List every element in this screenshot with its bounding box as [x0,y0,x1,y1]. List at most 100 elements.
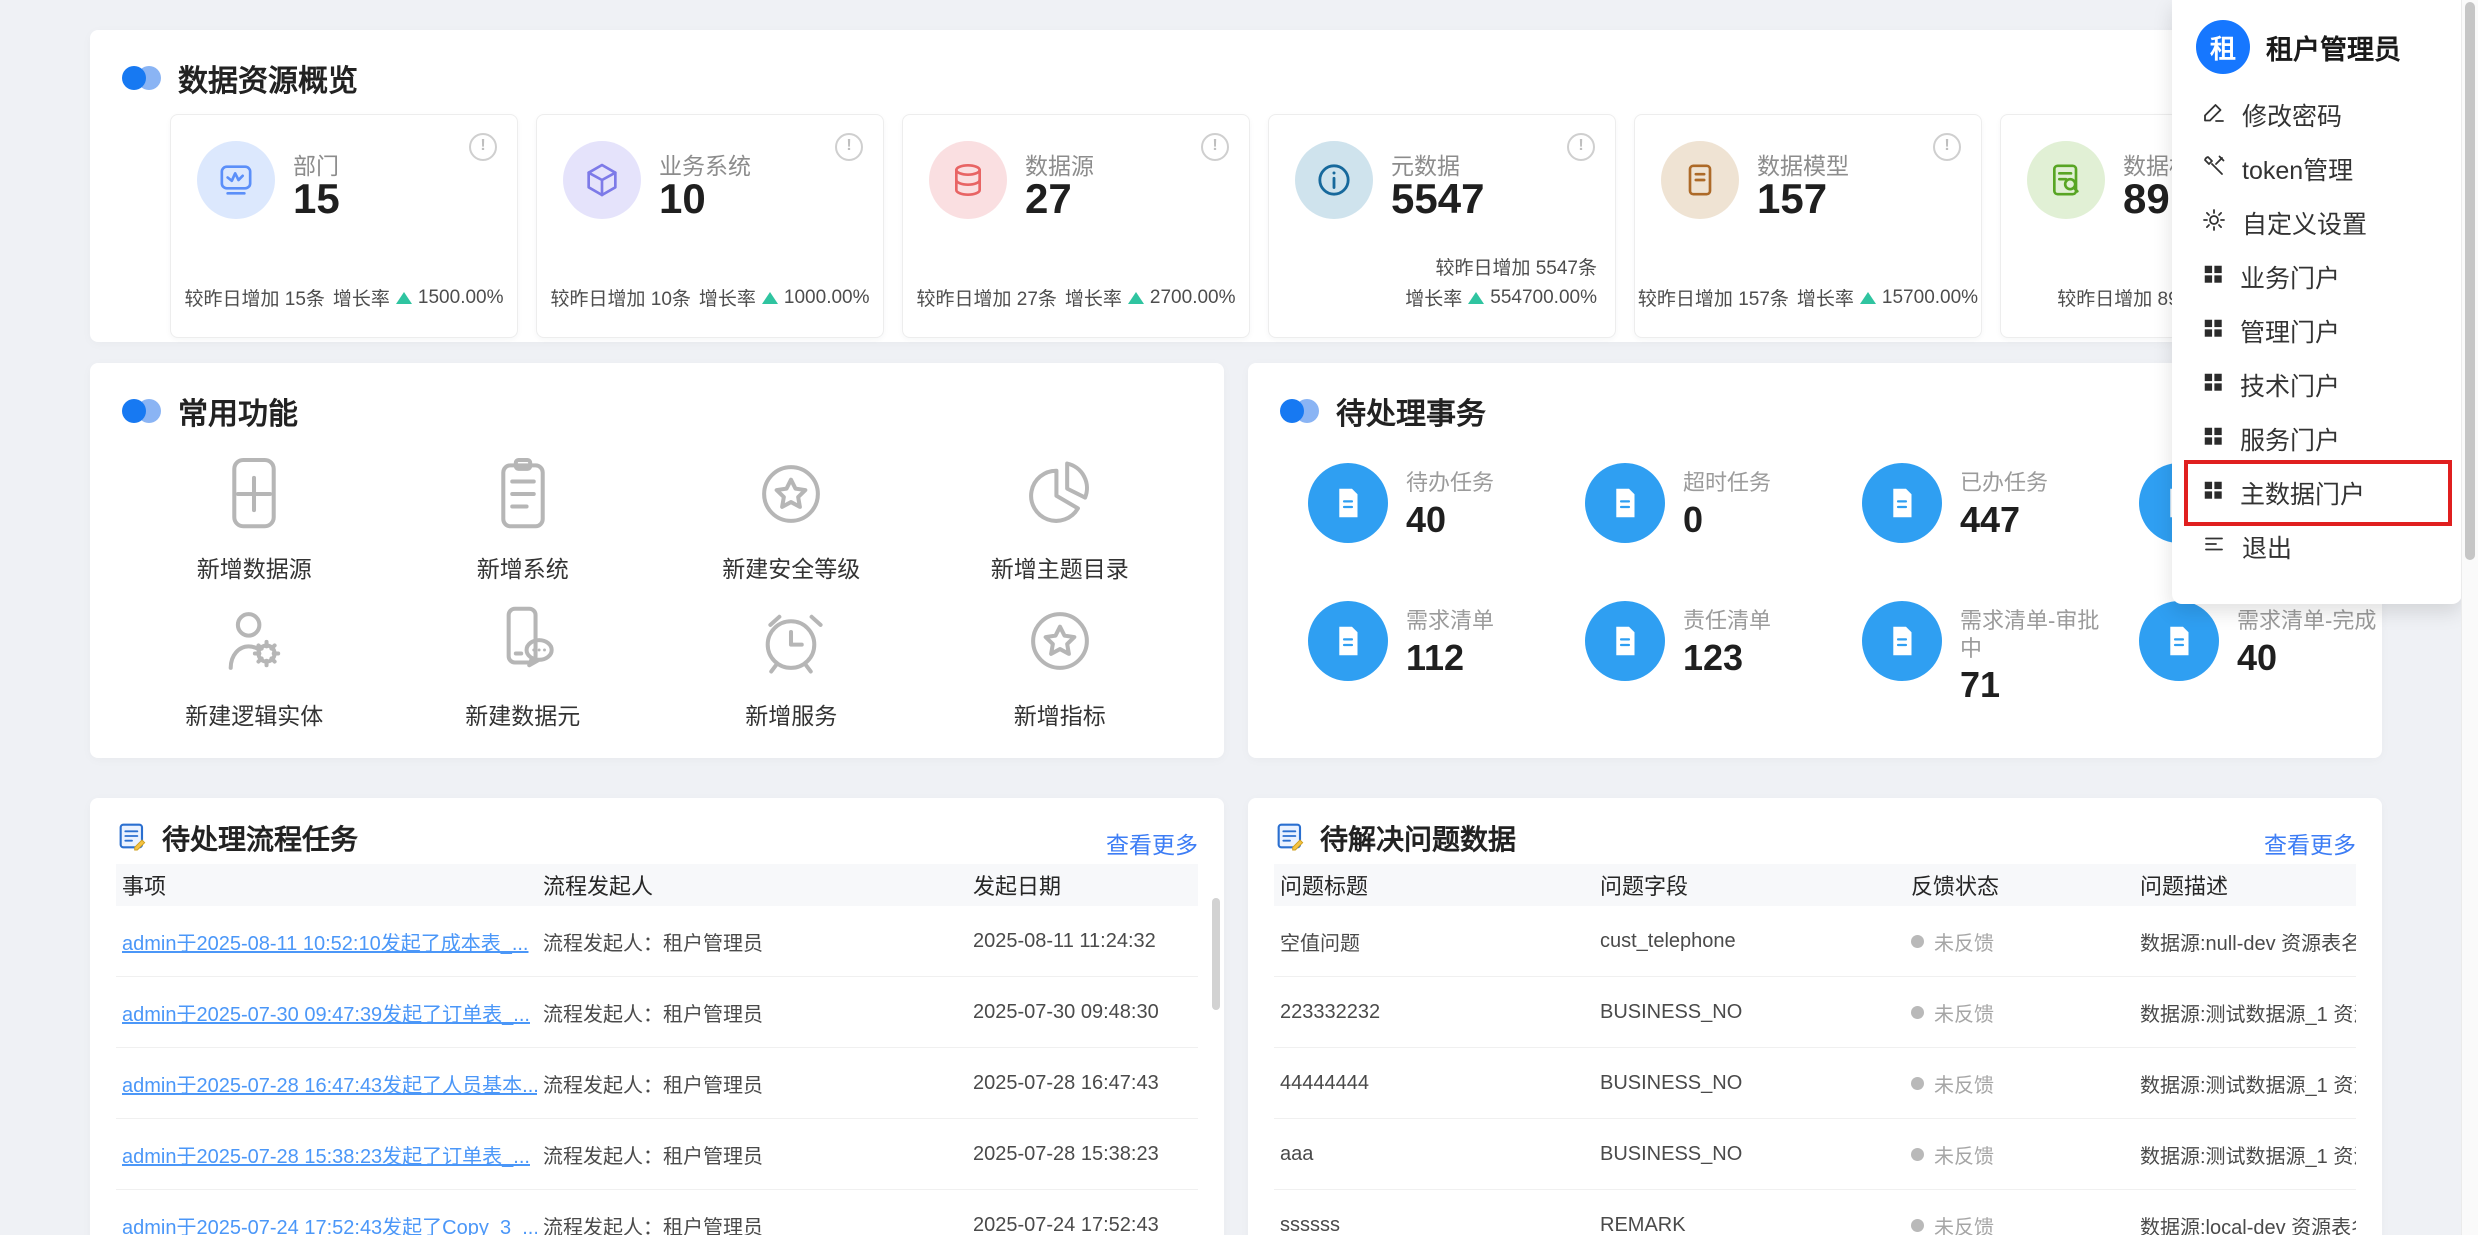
document-badge-icon [1308,601,1388,681]
table-header-row: 问题标题问题字段反馈状态问题描述 [1274,864,2356,906]
up-triangle-icon [396,292,412,304]
logout-icon [2202,532,2226,563]
process-more-link[interactable]: 查看更多 [1106,826,1198,860]
info-tooltip-icon[interactable]: ! [1933,133,1961,161]
menu-item-service-portal[interactable]: 服务门户 [2172,412,2462,466]
menu-item-custom-settings[interactable]: 自定义设置 [2172,196,2462,250]
stat-card-data-model: 数据模型 157 ! 较昨日增加 157条 增长率15700.00% [1634,114,1982,338]
scrollbar-thumb[interactable] [2465,2,2475,560]
grid-icon [2202,425,2224,454]
growth-line: 较昨日增加 27条 增长率2700.00% [907,284,1245,311]
problem-data-section: 待解决问题数据 查看更多 问题标题问题字段反馈状态问题描述 空值问题 cust_… [1248,798,2382,1235]
document-badge-icon [2139,601,2219,681]
add-square-icon [211,451,297,542]
page-scrollbar[interactable] [2461,0,2478,1235]
up-triangle-icon [1860,292,1876,304]
info-tooltip-icon[interactable]: ! [1567,133,1595,161]
process-item-link[interactable]: admin于2025-07-28 16:47:43发起了人员基本... [122,1075,537,1097]
process-item-link[interactable]: admin于2025-08-11 10:52:10发起了成本表_... [122,933,529,955]
table-row: 223332232 BUSINESS_NO 未反馈 数据源:测试数据源_1 资源… [1274,977,2356,1048]
menu-item-master-data-portal[interactable]: 主数据门户 [2172,466,2462,520]
stat-value: 5547 [1391,175,1484,223]
tools-icon [2202,154,2226,185]
todo-item-done-tasks[interactable]: 已办任务447 [1862,463,2130,543]
table-row: admin于2025-07-28 16:47:43发起了人员基本... 流程发起… [116,1048,1198,1119]
process-tasks-section: 待处理流程任务 查看更多 事项流程发起人发起日期 admin于2025-08-1… [90,798,1224,1235]
problems-header: 待解决问题数据 [1274,818,1516,858]
stat-card-department: 部门 15 ! 较昨日增加 15条 增长率1500.00% [170,114,518,338]
grid-icon [2202,479,2224,508]
quick-action-add-indicator[interactable]: 新增指标 [926,598,1195,731]
quick-action-add-service[interactable]: 新增服务 [657,598,926,731]
grid-icon [2202,263,2224,292]
document-badge-icon [1585,601,1665,681]
status-dot-icon [1911,935,1924,948]
quick-action-new-data-element[interactable]: 新建数据元 [389,598,658,731]
alarm-clock-icon [748,598,834,689]
avatar: 租 [2196,20,2250,74]
todo-item-demand-list-done[interactable]: 需求清单-完成40 [2139,601,2407,681]
quick-action-new-security-level[interactable]: 新建安全等级 [657,451,926,584]
star-circle-icon [748,451,834,542]
menu-item-change-password[interactable]: 修改密码 [2172,88,2462,142]
edit-icon [2202,100,2226,131]
menu-item-business-portal[interactable]: 业务门户 [2172,250,2462,304]
table-scrollbar[interactable] [1212,898,1220,1010]
section-title: 待处理事务 [1336,389,1486,433]
menu-item-technical-portal[interactable]: 技术门户 [2172,358,2462,412]
section-title: 数据资源概览 [178,56,358,100]
menu-item-management-portal[interactable]: 管理门户 [2172,304,2462,358]
section-toggle-icon [1280,398,1320,424]
process-item-link[interactable]: admin于2025-07-24 17:52:43发起了Copy_3_... [122,1217,537,1235]
table-title: 待处理流程任务 [162,818,358,858]
quick-actions-grid: 新增数据源 新增系统 新建安全等级 新增主题目录 新建逻辑实体 新建数据元 [120,451,1194,731]
todo-item-overtime-tasks[interactable]: 超时任务0 [1585,463,1853,543]
quick-action-add-topic-catalog[interactable]: 新增主题目录 [926,451,1195,584]
notebook-pencil-icon [1274,820,1306,857]
growth-line: 较昨日增加 10条 增长率1000.00% [541,284,879,311]
quick-action-new-logic-entity[interactable]: 新建逻辑实体 [120,598,389,731]
menu-item-logout[interactable]: 退出 [2172,520,2462,574]
info-tooltip-icon[interactable]: ! [1201,133,1229,161]
table-row: admin于2025-08-11 10:52:10发起了成本表_... 流程发起… [116,906,1198,977]
dashboard-page: 数据资源概览 部门 15 ! 较昨日增加 15条 增长率1500.00% 业务 [0,0,2478,1235]
growth-line: 较昨日增加 5547条 增长率554700.00% [1273,253,1611,311]
document-badge-icon [1862,601,1942,681]
info-tooltip-icon[interactable]: ! [469,133,497,161]
status-badge: 未反馈 [1905,1140,2134,1169]
user-dropdown-menu: 租 租户管理员 修改密码 token管理 自定义设置 业务门户 管理门户 技术门… [2172,0,2462,604]
status-badge: 未反馈 [1905,1069,2134,1098]
quick-action-add-datasource[interactable]: 新增数据源 [120,451,389,584]
document-badge-icon [1862,463,1942,543]
table-row: aaa BUSINESS_NO 未反馈 数据源:测试数据源_1 资源表... [1274,1119,2356,1190]
menu-item-token-management[interactable]: token管理 [2172,142,2462,196]
info-circle-icon [1295,141,1373,219]
todo-item-pending-tasks[interactable]: 待办任务40 [1308,463,1576,543]
stat-card-row: 部门 15 ! 较昨日增加 15条 增长率1500.00% 业务系统 10 ! … [170,114,2348,338]
todo-item-duty-list[interactable]: 责任清单123 [1585,601,1853,681]
status-dot-icon [1911,1148,1924,1161]
stat-value: 157 [1757,175,1827,223]
section-title: 常用功能 [178,389,298,433]
status-badge: 未反馈 [1905,998,2134,1027]
section-toggle-icon [122,65,162,91]
quick-action-add-system[interactable]: 新增系统 [389,451,658,584]
problems-more-link[interactable]: 查看更多 [2264,826,2356,860]
todo-item-demand-list-reviewing[interactable]: 需求清单-审批中71 [1862,601,2130,706]
status-dot-icon [1911,1219,1924,1232]
table-row: 44444444 BUSINESS_NO 未反馈 数据源:测试数据源_1 资源表… [1274,1048,2356,1119]
todo-item-demand-list[interactable]: 需求清单112 [1308,601,1576,681]
stat-card-business-system: 业务系统 10 ! 较昨日增加 10条 增长率1000.00% [536,114,884,338]
monitor-icon [197,141,275,219]
up-triangle-icon [762,292,778,304]
process-table: 事项流程发起人发起日期 admin于2025-08-11 10:52:10发起了… [116,864,1198,1235]
process-item-link[interactable]: admin于2025-07-30 09:47:39发起了订单表_... [122,1004,530,1026]
info-tooltip-icon[interactable]: ! [835,133,863,161]
clipboard-icon [480,451,566,542]
stat-card-metadata: 元数据 5547 ! 较昨日增加 5547条 增长率554700.00% [1268,114,1616,338]
section-toggle-icon [122,398,162,424]
checklist-search-icon [2027,141,2105,219]
stat-value: 15 [293,175,340,223]
phone-chat-icon [480,598,566,689]
process-item-link[interactable]: admin于2025-07-28 15:38:23发起了订单表_... [122,1146,530,1168]
